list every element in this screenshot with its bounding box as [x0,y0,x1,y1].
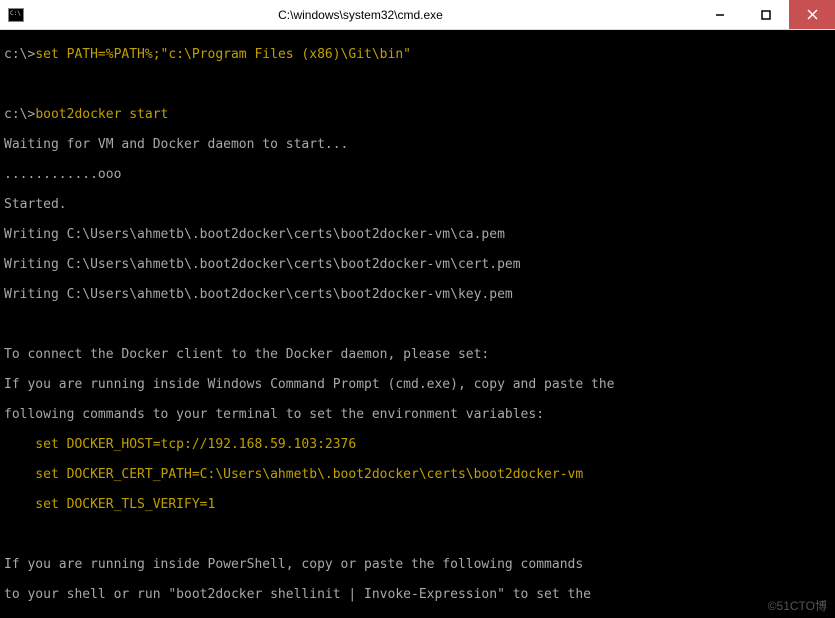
window-titlebar: C:\windows\system32\cmd.exe [0,0,835,30]
output-line: Started. [4,197,831,212]
output-line: To connect the Docker client to the Dock… [4,347,831,362]
output-line: Writing C:\Users\ahmetb\.boot2docker\cer… [4,257,831,272]
window-title: C:\windows\system32\cmd.exe [24,8,697,22]
output-line: Writing C:\Users\ahmetb\.boot2docker\cer… [4,287,831,302]
window-controls [697,0,835,29]
prompt: c:\> [4,107,35,122]
blank-line [4,527,831,542]
output-line: following commands to your terminal to s… [4,407,831,422]
output-line: ............ooo [4,167,831,182]
terminal-area[interactable]: c:\>set PATH=%PATH%;"c:\Program Files (x… [0,30,835,618]
app-icon [8,8,24,22]
output-env: set DOCKER_HOST=tcp://192.168.59.103:237… [4,437,831,452]
blank-line [4,317,831,332]
minimize-button[interactable] [697,0,743,29]
output-env: set DOCKER_CERT_PATH=C:\Users\ahmetb\.bo… [4,467,831,482]
command-text: boot2docker start [35,107,168,122]
output-line: Waiting for VM and Docker daemon to star… [4,137,831,152]
watermark: ©51CTO博 [768,599,827,614]
output-env: set DOCKER_TLS_VERIFY=1 [4,497,831,512]
prompt: c:\> [4,47,35,62]
output-line: to your shell or run "boot2docker shelli… [4,587,831,602]
cmd-line: c:\>set PATH=%PATH%;"c:\Program Files (x… [4,47,831,62]
blank-line [4,77,831,92]
command-text: set PATH=%PATH%;"c:\Program Files (x86)\… [35,47,411,62]
output-line: Writing C:\Users\ahmetb\.boot2docker\cer… [4,227,831,242]
cmd-line: c:\>boot2docker start [4,107,831,122]
maximize-button[interactable] [743,0,789,29]
output-line: If you are running inside Windows Comman… [4,377,831,392]
output-line: If you are running inside PowerShell, co… [4,557,831,572]
close-button[interactable] [789,0,835,29]
